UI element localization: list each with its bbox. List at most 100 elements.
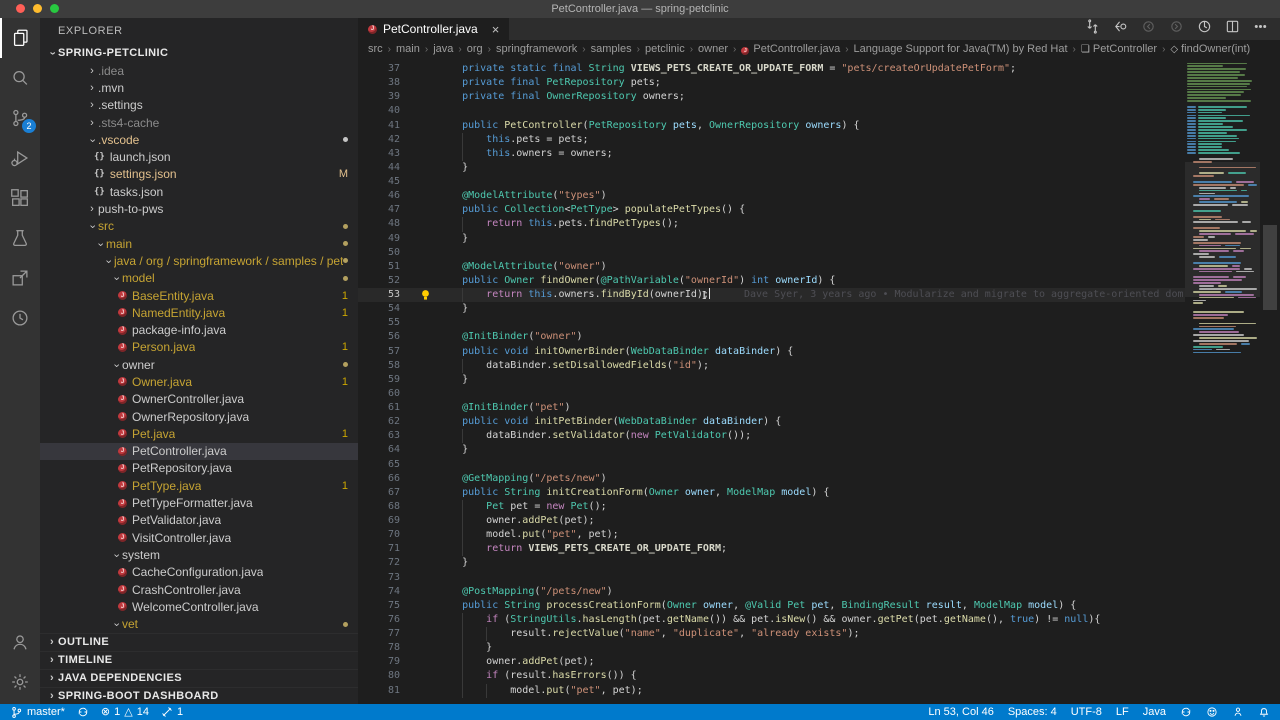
split-editor-icon[interactable] bbox=[1225, 19, 1240, 39]
tree-item[interactable]: JWelcomeController.java bbox=[40, 598, 358, 615]
code-line[interactable]: 47 public Collection<PetType> populatePe… bbox=[358, 203, 1185, 217]
tree-item[interactable]: ›.settings bbox=[40, 97, 358, 114]
tree-item[interactable]: JPetRepository.java bbox=[40, 460, 358, 477]
code-line[interactable]: 81 model.put("pet", pet); bbox=[358, 684, 1185, 698]
tasks-item[interactable]: 1 bbox=[161, 706, 183, 718]
explorer-icon[interactable] bbox=[0, 18, 40, 58]
more-actions-icon[interactable] bbox=[1253, 19, 1268, 39]
java-projects-icon[interactable] bbox=[0, 258, 40, 298]
tree-item[interactable]: ›java / org / springframework / samples … bbox=[40, 252, 358, 269]
sidebar-section-spring-boot-dashboard[interactable]: ›SPRING-BOOT DASHBOARD bbox=[40, 687, 358, 704]
breadcrumb-item[interactable]: ❏PetController bbox=[1081, 43, 1157, 55]
tree-item[interactable]: JOwner.java1 bbox=[40, 373, 358, 390]
breadcrumb-item[interactable]: src bbox=[368, 43, 383, 55]
code-line[interactable]: 60 bbox=[358, 387, 1185, 401]
code-line[interactable]: 52 public Owner findOwner(@PathVariable(… bbox=[358, 274, 1185, 288]
breadcrumb[interactable]: src›main›java›org›springframework›sample… bbox=[358, 40, 1280, 58]
previous-change-icon[interactable] bbox=[1141, 19, 1156, 39]
file-history-icon[interactable] bbox=[1197, 19, 1212, 39]
maximize-window-button[interactable] bbox=[50, 4, 59, 13]
code-line[interactable]: 74 @PostMapping("/pets/new") bbox=[358, 585, 1185, 599]
breadcrumb-item[interactable]: springframework bbox=[496, 43, 577, 55]
tree-item[interactable]: {}launch.json bbox=[40, 148, 358, 165]
tree-item[interactable]: JOwnerRepository.java bbox=[40, 408, 358, 425]
project-section-header[interactable]: › SPRING-PETCLINIC bbox=[40, 44, 358, 62]
minimap[interactable] bbox=[1185, 62, 1260, 704]
next-change-icon[interactable] bbox=[1169, 19, 1184, 39]
code-line[interactable]: 54 } bbox=[358, 302, 1185, 316]
tree-item[interactable]: {}settings.jsonM bbox=[40, 166, 358, 183]
code-area[interactable]: 37 private static final String VIEWS_PET… bbox=[358, 62, 1185, 698]
code-line[interactable]: 71 return VIEWS_PETS_CREATE_OR_UPDATE_FO… bbox=[358, 542, 1185, 556]
code-line[interactable]: 61 @InitBinder("pet") bbox=[358, 401, 1185, 415]
code-line[interactable]: 67 public String initCreationForm(Owner … bbox=[358, 486, 1185, 500]
code-line[interactable]: 51 @ModelAttribute("owner") bbox=[358, 260, 1185, 274]
code-line[interactable]: 70 model.put("pet", pet); bbox=[358, 528, 1185, 542]
eol-item[interactable]: LF bbox=[1116, 706, 1129, 718]
breadcrumb-item[interactable]: JPetController.java bbox=[741, 43, 840, 55]
tree-item[interactable]: ›.sts4-cache bbox=[40, 114, 358, 131]
cursor-position-item[interactable]: Ln 53, Col 46 bbox=[928, 706, 993, 718]
tree-item[interactable]: Jpackage-info.java bbox=[40, 321, 358, 338]
tab-petcontroller[interactable]: J PetController.java × bbox=[358, 18, 509, 40]
tree-item[interactable]: ›.idea bbox=[40, 62, 358, 79]
tree-item[interactable]: JVisitController.java bbox=[40, 529, 358, 546]
code-line[interactable]: 76 if (StringUtils.hasLength(pet.getName… bbox=[358, 613, 1185, 627]
indentation-item[interactable]: Spaces: 4 bbox=[1008, 706, 1057, 718]
tree-item[interactable]: ›push-to-pws bbox=[40, 200, 358, 217]
settings-gear-icon[interactable] bbox=[0, 662, 40, 702]
sidebar-section-timeline[interactable]: ›TIMELINE bbox=[40, 651, 358, 669]
code-line[interactable]: 40 bbox=[358, 104, 1185, 118]
code-line[interactable]: 43 this.owners = owners; bbox=[358, 147, 1185, 161]
code-line[interactable]: 69 owner.addPet(pet); bbox=[358, 514, 1185, 528]
tree-item[interactable]: JCacheConfiguration.java bbox=[40, 564, 358, 581]
code-line[interactable]: 42 this.pets = pets; bbox=[358, 133, 1185, 147]
tree-item[interactable]: JPetValidator.java bbox=[40, 512, 358, 529]
code-line[interactable]: 66 @GetMapping("/pets/new") bbox=[358, 472, 1185, 486]
open-changes-icon[interactable] bbox=[1085, 19, 1100, 39]
code-line[interactable]: 38 private final PetRepository pets; bbox=[358, 76, 1185, 90]
tree-item[interactable]: JPetController.java bbox=[40, 443, 358, 460]
code-line[interactable]: 80 if (result.hasErrors()) { bbox=[358, 669, 1185, 683]
language-mode-item[interactable]: Java bbox=[1143, 706, 1166, 718]
code-line[interactable]: 79 owner.addPet(pet); bbox=[358, 655, 1185, 669]
breadcrumb-item[interactable]: petclinic bbox=[645, 43, 685, 55]
code-line[interactable]: 37 private static final String VIEWS_PET… bbox=[358, 62, 1185, 76]
breadcrumb-item[interactable]: org bbox=[467, 43, 483, 55]
tree-item[interactable]: JOwnerController.java bbox=[40, 391, 358, 408]
close-tab-icon[interactable]: × bbox=[492, 22, 500, 37]
tree-item[interactable]: ›main bbox=[40, 235, 358, 252]
code-line[interactable]: 73 bbox=[358, 571, 1185, 585]
code-line[interactable]: 64 } bbox=[358, 443, 1185, 457]
sidebar-section-java-dependencies[interactable]: ›JAVA DEPENDENCIES bbox=[40, 669, 358, 687]
tree-item[interactable]: {}tasks.json bbox=[40, 183, 358, 200]
notifications-bell-icon[interactable] bbox=[1258, 706, 1270, 718]
tree-item[interactable]: ›src bbox=[40, 218, 358, 235]
source-control-icon[interactable]: 2 bbox=[0, 98, 40, 138]
tree-item[interactable]: JPetType.java1 bbox=[40, 477, 358, 494]
tree-item[interactable]: ›vet bbox=[40, 616, 358, 633]
tree-item[interactable]: JNamedEntity.java1 bbox=[40, 304, 358, 321]
tree-item[interactable]: JCrashController.java bbox=[40, 581, 358, 598]
accounts-icon[interactable] bbox=[0, 622, 40, 662]
git-branch-item[interactable]: master* bbox=[10, 706, 65, 719]
tree-item[interactable]: JPerson.java1 bbox=[40, 339, 358, 356]
tree-item[interactable]: ›system bbox=[40, 546, 358, 563]
sidebar-section-outline[interactable]: ›OUTLINE bbox=[40, 633, 358, 651]
run-debug-icon[interactable] bbox=[0, 138, 40, 178]
code-line[interactable]: 57 public void initOwnerBinder(WebDataBi… bbox=[358, 345, 1185, 359]
encoding-item[interactable]: UTF-8 bbox=[1071, 706, 1102, 718]
code-line[interactable]: 53 return this.owners.findById(ownerId);… bbox=[358, 288, 1185, 302]
compare-with-previous-icon[interactable] bbox=[1113, 19, 1128, 39]
breadcrumb-item[interactable]: ◇findOwner(int) bbox=[1170, 43, 1250, 55]
code-line[interactable]: 49 } bbox=[358, 232, 1185, 246]
vertical-scrollbar[interactable] bbox=[1260, 58, 1280, 704]
code-line[interactable]: 62 public void initPetBinder(WebDataBind… bbox=[358, 415, 1185, 429]
extensions-icon[interactable] bbox=[0, 178, 40, 218]
code-line[interactable]: 59 } bbox=[358, 373, 1185, 387]
breadcrumb-item[interactable]: samples bbox=[591, 43, 632, 55]
scrollbar-thumb[interactable] bbox=[1263, 225, 1277, 310]
code-line[interactable]: 46 @ModelAttribute("types") bbox=[358, 189, 1185, 203]
close-window-button[interactable] bbox=[16, 4, 25, 13]
breadcrumb-item[interactable]: java bbox=[433, 43, 453, 55]
